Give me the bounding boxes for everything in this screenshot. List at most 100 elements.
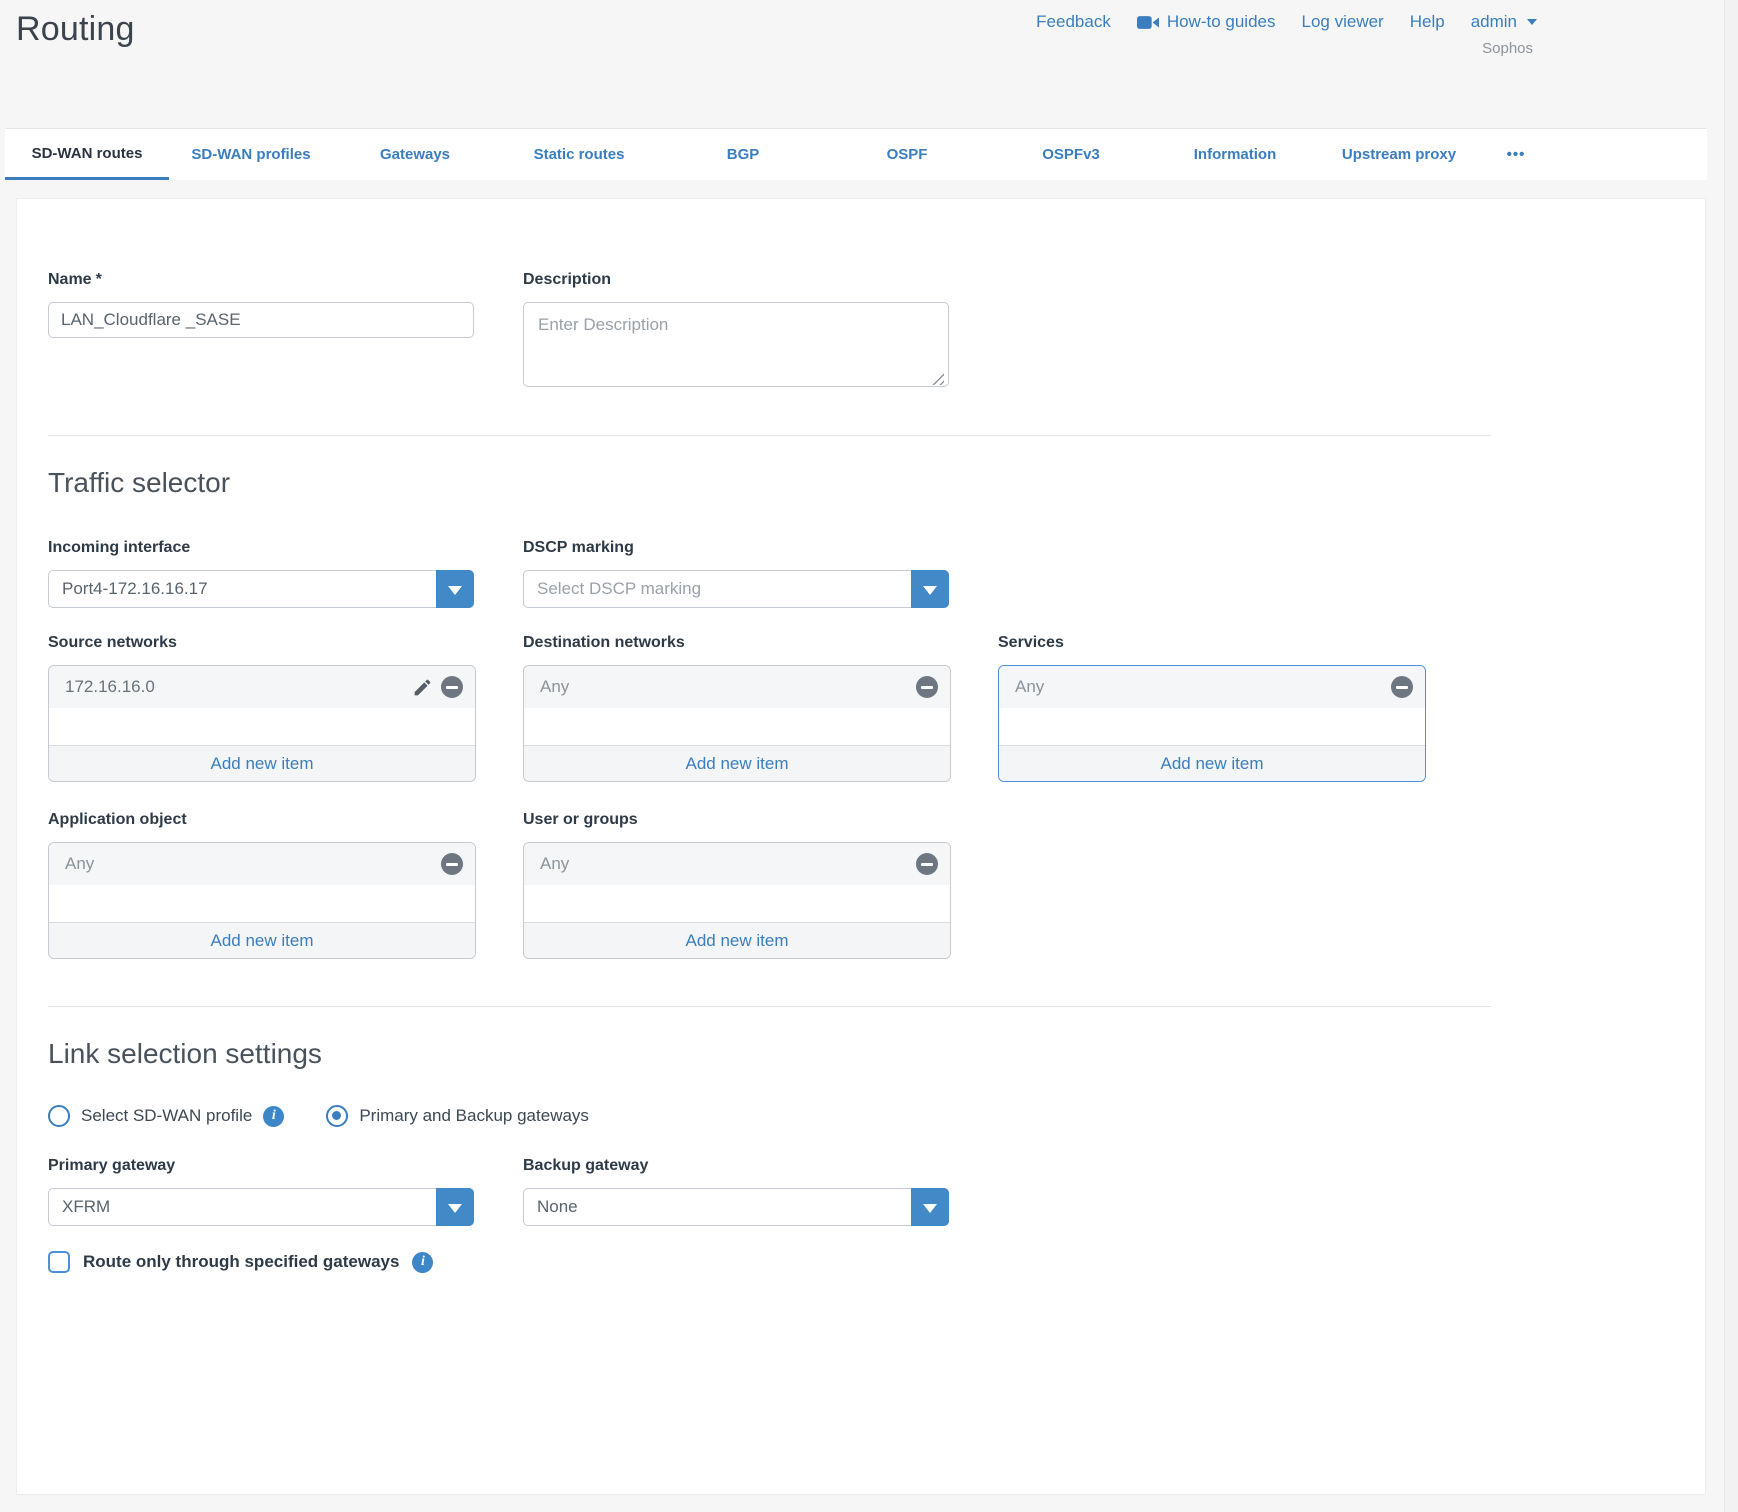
list-item-text: Any xyxy=(540,677,569,697)
radio-primary-backup-gateways[interactable]: Primary and Backup gateways xyxy=(326,1105,589,1127)
list-item-text: Any xyxy=(1015,677,1044,697)
header-links: Feedback How-to guides Log viewer Help a… xyxy=(1036,12,1537,32)
dropdown-caret-icon xyxy=(923,586,937,595)
feedback-label: Feedback xyxy=(1036,12,1111,32)
radio-label: Primary and Backup gateways xyxy=(359,1106,589,1126)
destination-networks-group: Destination networks Any Add new item xyxy=(523,634,949,782)
list-empty-area xyxy=(524,885,950,922)
incoming-interface-value: Port4-172.16.16.17 xyxy=(49,579,258,599)
info-icon[interactable]: i xyxy=(263,1106,284,1127)
application-object-group: Application object Any Add new item xyxy=(48,811,474,959)
add-new-item-button[interactable]: Add new item xyxy=(999,745,1425,781)
routing-tabbar: SD-WAN routes SD-WAN profiles Gateways S… xyxy=(5,128,1707,180)
backup-gateway-select[interactable]: None xyxy=(523,1188,949,1226)
list-item: Any xyxy=(524,666,950,708)
application-object-box: Any Add new item xyxy=(48,842,476,959)
dropdown-caret-icon xyxy=(448,1204,462,1213)
tab-upstream-proxy[interactable]: Upstream proxy xyxy=(1317,129,1481,180)
user-or-groups-box: Any Add new item xyxy=(523,842,951,959)
feedback-link[interactable]: Feedback xyxy=(1036,12,1111,32)
backup-gateway-label: Backup gateway xyxy=(523,1157,949,1175)
list-empty-area xyxy=(524,708,950,745)
services-box: Any Add new item xyxy=(998,665,1426,782)
dropdown-caret-icon xyxy=(448,586,462,595)
radio-button-icon[interactable] xyxy=(48,1105,70,1127)
primary-gateway-group: Primary gateway XFRM xyxy=(48,1157,474,1226)
primary-gateway-select[interactable]: XFRM xyxy=(48,1188,474,1226)
remove-icon[interactable] xyxy=(441,853,463,875)
networks-services-row: Source networks 172.16.16.0 Add new item… xyxy=(48,634,1674,782)
gateways-row: Primary gateway XFRM Backup gateway None xyxy=(48,1157,1674,1226)
radio-button-icon[interactable] xyxy=(326,1105,348,1127)
dscp-marking-group: DSCP marking Select DSCP marking xyxy=(523,539,949,608)
description-textarea[interactable] xyxy=(523,302,949,387)
source-networks-label: Source networks xyxy=(48,634,474,652)
admin-label: admin xyxy=(1471,12,1517,32)
route-only-checkbox[interactable] xyxy=(48,1251,70,1273)
divider xyxy=(48,1006,1491,1007)
description-label: Description xyxy=(523,271,949,289)
radio-label: Select SD-WAN profile xyxy=(81,1106,252,1126)
add-new-item-button[interactable]: Add new item xyxy=(49,922,475,958)
name-label-text: Name xyxy=(48,271,92,288)
services-group: Services Any Add new item xyxy=(998,634,1426,782)
tab-gateways[interactable]: Gateways xyxy=(333,129,497,180)
dropdown-button[interactable] xyxy=(436,1188,474,1226)
tab-ospf[interactable]: OSPF xyxy=(825,129,989,180)
name-input[interactable] xyxy=(48,302,474,338)
list-empty-area xyxy=(49,885,475,922)
tab-information[interactable]: Information xyxy=(1153,129,1317,180)
tab-static-routes[interactable]: Static routes xyxy=(497,129,661,180)
dropdown-caret-icon xyxy=(923,1204,937,1213)
dscp-marking-select[interactable]: Select DSCP marking xyxy=(523,570,949,608)
info-icon[interactable]: i xyxy=(412,1252,433,1273)
destination-networks-box: Any Add new item xyxy=(523,665,951,782)
dropdown-button[interactable] xyxy=(911,570,949,608)
add-new-item-button[interactable]: Add new item xyxy=(49,745,475,781)
required-asterisk: * xyxy=(96,271,102,288)
how-to-guides-link[interactable]: How-to guides xyxy=(1137,12,1276,32)
add-new-item-button[interactable]: Add new item xyxy=(524,922,950,958)
interface-dscp-row: Incoming interface Port4-172.16.16.17 DS… xyxy=(48,539,1674,608)
brand-label: Sophos xyxy=(1482,40,1533,57)
tab-sd-wan-routes[interactable]: SD-WAN routes xyxy=(5,129,169,180)
incoming-interface-select[interactable]: Port4-172.16.16.17 xyxy=(48,570,474,608)
link-selection-heading: Link selection settings xyxy=(48,1038,1674,1070)
list-item: Any xyxy=(49,843,475,885)
help-link[interactable]: Help xyxy=(1410,12,1445,32)
remove-icon[interactable] xyxy=(916,853,938,875)
tab-sd-wan-profiles[interactable]: SD-WAN profiles xyxy=(169,129,333,180)
application-object-label: Application object xyxy=(48,811,474,829)
how-to-guides-label: How-to guides xyxy=(1167,12,1276,32)
divider xyxy=(48,435,1491,436)
page-scrollbar[interactable] xyxy=(1724,0,1738,1512)
add-new-item-button[interactable]: Add new item xyxy=(524,745,950,781)
list-item: Any xyxy=(524,843,950,885)
list-empty-area xyxy=(49,708,475,745)
help-label: Help xyxy=(1410,12,1445,32)
list-item-text: 172.16.16.0 xyxy=(65,677,155,697)
log-viewer-link[interactable]: Log viewer xyxy=(1302,12,1384,32)
tab-bgp[interactable]: BGP xyxy=(661,129,825,180)
incoming-interface-label: Incoming interface xyxy=(48,539,474,557)
admin-menu[interactable]: admin xyxy=(1471,12,1537,32)
edit-icon[interactable] xyxy=(411,676,433,698)
remove-icon[interactable] xyxy=(916,676,938,698)
caret-down-icon xyxy=(1527,19,1537,25)
dscp-marking-label: DSCP marking xyxy=(523,539,949,557)
application-users-row: Application object Any Add new item User… xyxy=(48,811,1674,959)
name-description-row: Name* Description xyxy=(48,271,1674,392)
page-header: Routing Feedback How-to guides Log viewe… xyxy=(0,0,1738,128)
radio-select-sd-wan-profile[interactable]: Select SD-WAN profile i xyxy=(48,1105,284,1127)
remove-icon[interactable] xyxy=(441,676,463,698)
primary-gateway-value: XFRM xyxy=(49,1197,160,1217)
tabs-more-button[interactable]: ••• xyxy=(1481,129,1551,180)
route-only-row: Route only through specified gateways i xyxy=(48,1251,1674,1273)
tab-ospfv3[interactable]: OSPFv3 xyxy=(989,129,1153,180)
name-label: Name* xyxy=(48,271,474,289)
dropdown-button[interactable] xyxy=(911,1188,949,1226)
dropdown-button[interactable] xyxy=(436,570,474,608)
link-selection-radio-row: Select SD-WAN profile i Primary and Back… xyxy=(48,1105,1674,1127)
backup-gateway-group: Backup gateway None xyxy=(523,1157,949,1226)
remove-icon[interactable] xyxy=(1391,676,1413,698)
